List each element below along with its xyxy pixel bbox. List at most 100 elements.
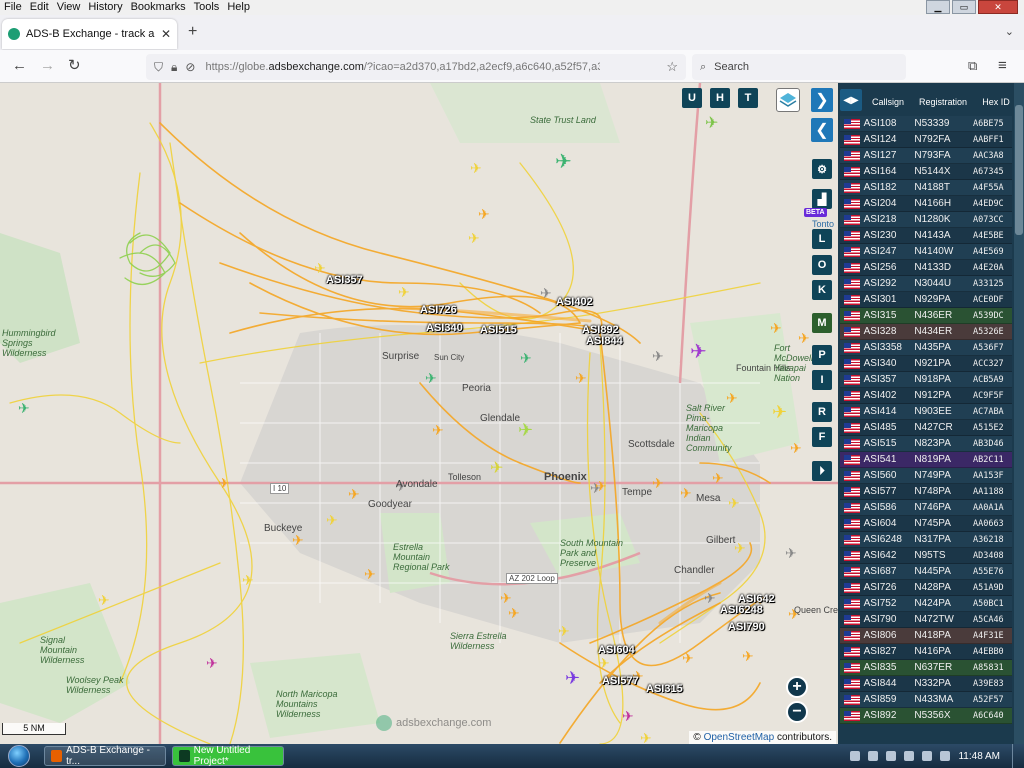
table-row[interactable]: ASI827 N416PA A4EBB0 — [840, 644, 1012, 660]
toggle-t-button[interactable]: T — [738, 88, 758, 108]
toggle-r-button[interactable]: R — [812, 402, 832, 422]
table-row[interactable]: ASI3358 N435PA A536F7 — [840, 340, 1012, 356]
menu-help[interactable]: Help — [223, 0, 254, 15]
scrollbar-thumb[interactable] — [1015, 105, 1023, 235]
table-row[interactable]: ASI247 N4140W A4E569 — [840, 244, 1012, 260]
menu-file[interactable]: File — [0, 0, 26, 15]
steam-icon[interactable] — [886, 751, 897, 761]
clock[interactable]: 11:48 AM — [958, 751, 1000, 762]
volume-icon[interactable] — [940, 751, 951, 761]
table-row[interactable]: ASI790 N472TW A5CA46 — [840, 612, 1012, 628]
network-icon[interactable] — [904, 751, 915, 761]
toggle-k-button[interactable]: K — [812, 280, 832, 300]
menu-tools[interactable]: Tools — [190, 0, 224, 15]
layers-button[interactable] — [776, 88, 800, 112]
menu-bookmarks[interactable]: Bookmarks — [127, 0, 190, 15]
toggle-u-button[interactable]: U — [682, 88, 702, 108]
table-row[interactable]: ASI414 N903EE AC7ABA — [840, 404, 1012, 420]
table-row[interactable]: ASI230 N4143A A4E5BE — [840, 228, 1012, 244]
table-row[interactable]: ASI577 N748PA AA1188 — [840, 484, 1012, 500]
table-row[interactable]: ASI127 N793FA AAC3A8 — [840, 148, 1012, 164]
aircraft-label[interactable]: ASI515 — [480, 324, 517, 336]
aircraft-label[interactable]: ASI844 — [586, 335, 623, 347]
table-row[interactable]: ASI256 N4133D A4E20A — [840, 260, 1012, 276]
maximize-button[interactable]: ▭ — [952, 0, 976, 14]
table-row[interactable]: ASI859 N433MA A52F57 — [840, 692, 1012, 708]
col-registration[interactable]: Registration — [912, 97, 974, 113]
table-row[interactable]: ASI806 N418PA A4F31E — [840, 628, 1012, 644]
aircraft-label[interactable]: ASI6248 — [720, 604, 763, 616]
settings-button[interactable]: ⚙ — [812, 159, 832, 179]
table-row[interactable]: ASI844 N332PA A39E83 — [840, 676, 1012, 692]
reload-icon[interactable]: ↻ — [68, 58, 81, 74]
table-row[interactable]: ASI892 N5356X A6C640 — [840, 708, 1012, 724]
osm-link[interactable]: OpenStreetMap — [704, 732, 775, 743]
aircraft-label[interactable]: ASI402 — [556, 296, 593, 308]
col-hex-id[interactable]: Hex ID — [974, 97, 1018, 113]
url-bar[interactable]: ⛉ 🔒︎ ⊘ https://globe.adsbexchange.com/?i… — [146, 54, 686, 80]
permissions-icon[interactable]: ⊘ — [185, 60, 195, 74]
extensions-icon[interactable]: ⧉ — [968, 58, 977, 74]
search-input[interactable]: ⌕ Search — [692, 54, 906, 80]
table-row[interactable]: ASI752 N424PA A50BC1 — [840, 596, 1012, 612]
zoom-in-button[interactable]: + — [786, 676, 808, 698]
table-row[interactable]: ASI340 N921PA ACC327 — [840, 356, 1012, 372]
taskbar-project[interactable]: New Untitled Project* — [172, 745, 284, 767]
aircraft-label[interactable]: ASI790 — [728, 621, 765, 633]
replay-button[interactable]: ⏵ — [812, 461, 832, 481]
toggle-f-button[interactable]: F — [812, 427, 832, 447]
table-row[interactable]: ASI604 N745PA AA0663 — [840, 516, 1012, 532]
menu-history[interactable]: History — [84, 0, 126, 15]
new-tab-icon[interactable]: + — [188, 23, 197, 41]
table-row[interactable]: ASI515 N823PA AB3D46 — [840, 436, 1012, 452]
aircraft-label[interactable]: ASI604 — [598, 644, 635, 656]
col-callsign[interactable]: Callsign — [864, 97, 912, 113]
bookmark-star-icon[interactable]: ☆ — [666, 59, 678, 75]
aircraft-label[interactable]: ASI357 — [326, 274, 363, 286]
start-button[interactable] — [0, 744, 38, 768]
table-row[interactable]: ASI182 N4188T A4F55A — [840, 180, 1012, 196]
table-row[interactable]: ASI642 N95TS AD3408 — [840, 548, 1012, 564]
toggle-l-button[interactable]: L — [812, 229, 832, 249]
url-text[interactable]: https://globe.adsbexchange.com/?icao=a2d… — [205, 61, 600, 73]
table-row[interactable]: ASI164 N5144X A67345 — [840, 164, 1012, 180]
browser-tab[interactable]: ADS-B Exchange - track aircraft ✕ — [2, 19, 177, 49]
toggle-h-button[interactable]: H — [710, 88, 730, 108]
table-row[interactable]: ASI124 N792FA AABFF1 — [840, 132, 1012, 148]
show-desktop-button[interactable] — [1012, 744, 1024, 768]
bluetooth-icon[interactable] — [850, 751, 861, 761]
back-icon[interactable]: ← — [12, 58, 27, 74]
aircraft-label[interactable]: ASI340 — [426, 322, 463, 334]
flag-icon[interactable] — [922, 751, 933, 761]
table-row[interactable]: ASI108 N53339 A6BE75 — [840, 116, 1012, 132]
table-row[interactable]: ASI315 N436ER A539DC — [840, 308, 1012, 324]
app-menu-icon[interactable]: ≡ — [998, 58, 1007, 74]
table-row[interactable]: ASI687 N445PA A55E76 — [840, 564, 1012, 580]
zoom-out-button[interactable]: − — [786, 701, 808, 723]
menu-view[interactable]: View — [53, 0, 85, 15]
minimize-button[interactable]: ▁ — [926, 0, 950, 14]
toggle-m-button[interactable]: M — [812, 313, 832, 333]
toggle-i-button[interactable]: I — [812, 370, 832, 390]
table-row[interactable]: ASI292 N3044U A33125 — [840, 276, 1012, 292]
toggle-sidebar-button[interactable]: ◀▶ — [840, 89, 862, 111]
expand-right-button[interactable]: ❯ — [811, 88, 833, 112]
tracking-protection-icon[interactable]: ⛉ — [154, 60, 163, 75]
table-row[interactable]: ASI204 N4166H A4ED9C — [840, 196, 1012, 212]
lock-icon[interactable]: 🔒︎ — [171, 60, 177, 75]
tray-app-icon[interactable] — [868, 751, 879, 761]
stats-button[interactable]: ▟ — [812, 189, 832, 209]
close-tab-icon[interactable]: ✕ — [161, 27, 171, 41]
forward-icon[interactable]: → — [40, 58, 55, 74]
aircraft-label[interactable]: ASI577 — [602, 675, 639, 687]
table-row[interactable]: ASI402 N912PA AC9F5F — [840, 388, 1012, 404]
taskbar-firefox[interactable]: ADS-B Exchange - tr... — [44, 745, 166, 767]
toggle-p-button[interactable]: P — [812, 345, 832, 365]
sidebar-scrollbar[interactable] — [1014, 83, 1024, 744]
toggle-o-button[interactable]: O — [812, 255, 832, 275]
table-row[interactable]: ASI301 N929PA ACE0DF — [840, 292, 1012, 308]
table-row[interactable]: ASI6248 N317PA A36218 — [840, 532, 1012, 548]
aircraft-label[interactable]: ASI315 — [646, 683, 683, 695]
table-row[interactable]: ASI357 N918PA ACB5A9 — [840, 372, 1012, 388]
flight-map[interactable]: ✈ ✈ ✈ ✈ ✈ ✈ ✈ ✈ ✈ ✈ ✈ ✈ ✈ ✈ ✈ ✈ ✈ ✈ ✈ ✈ … — [0, 83, 838, 744]
